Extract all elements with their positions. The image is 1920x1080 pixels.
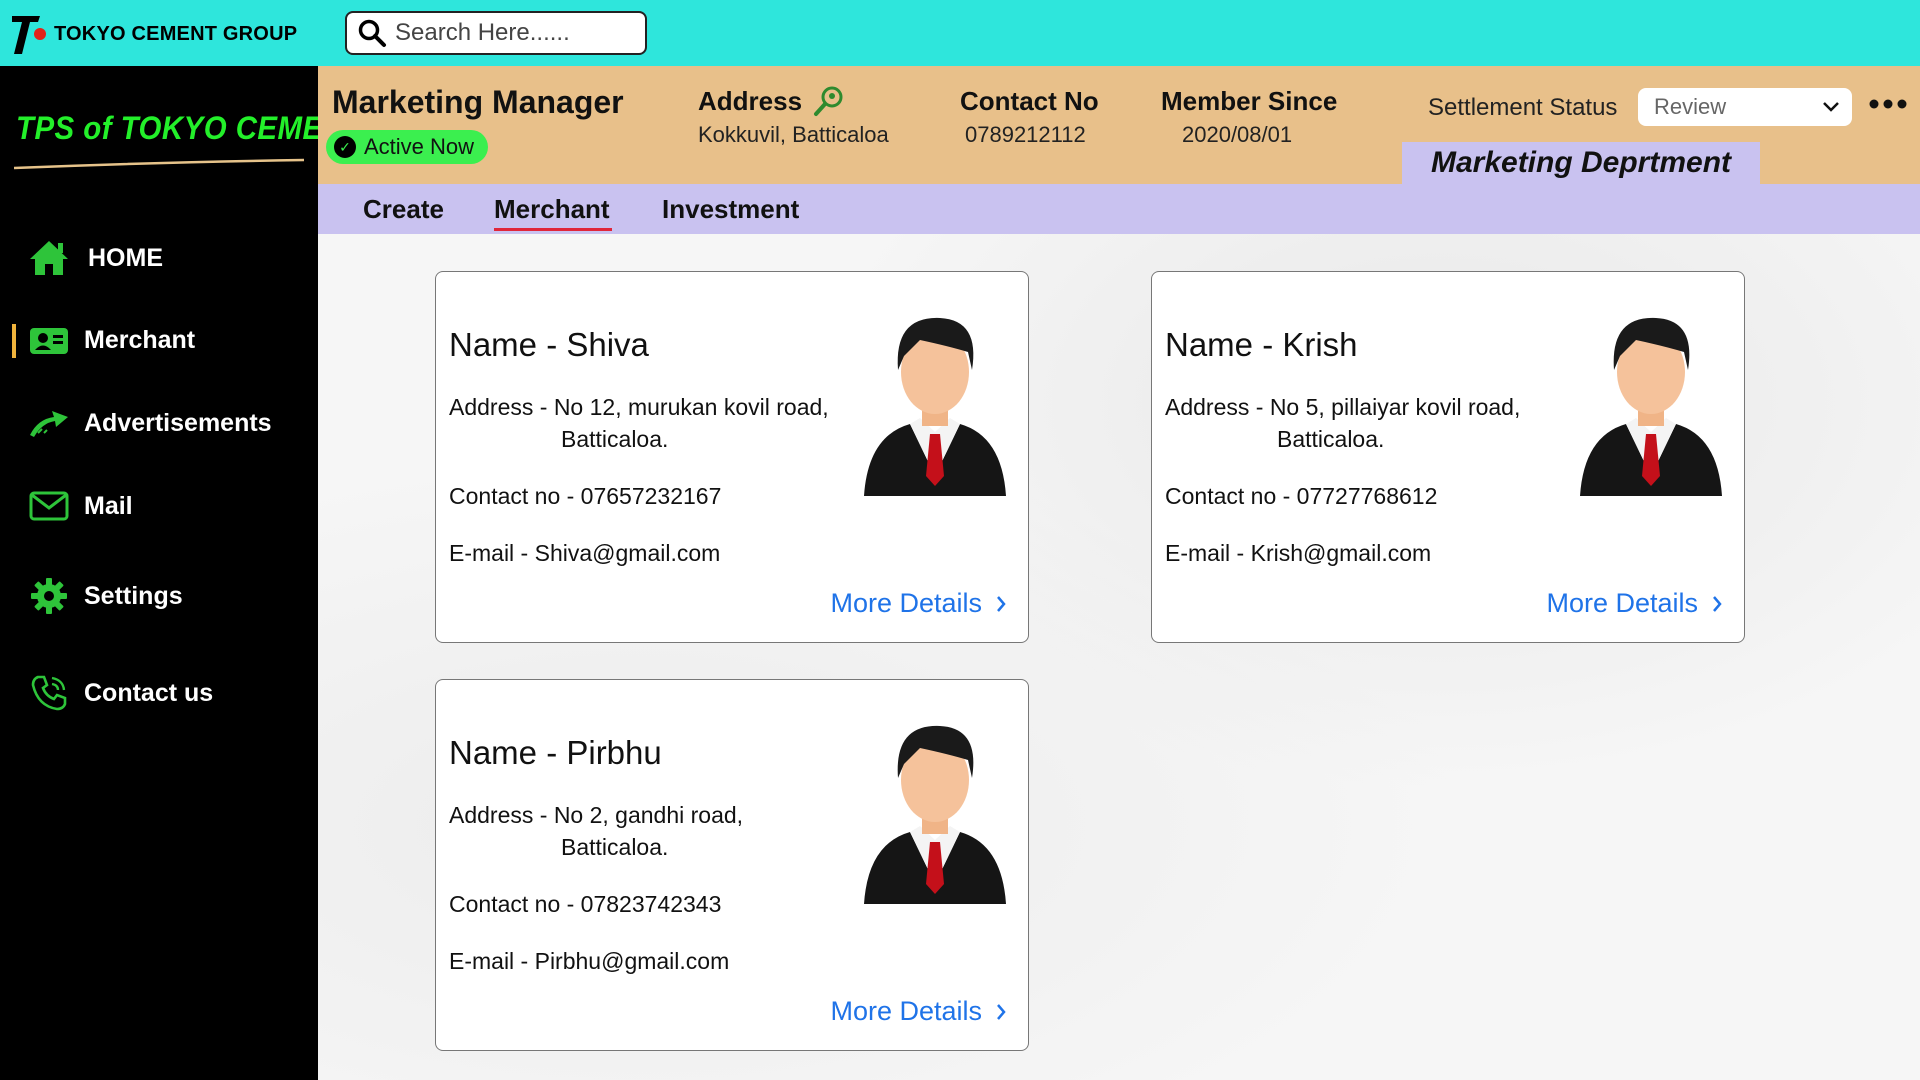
more-details-link[interactable]: More Details [830, 588, 1006, 619]
tab-create[interactable]: Create [363, 194, 444, 225]
sidebar-item-mail[interactable]: Mail [28, 484, 133, 528]
tab-investment[interactable]: Investment [662, 194, 799, 225]
sidebar-item-label: Settings [84, 581, 183, 610]
merchant-name: Name - Pirbhu [449, 734, 662, 771]
tab-merchant[interactable]: Merchant [494, 194, 610, 225]
settlement-status-dropdown[interactable]: Review [1638, 88, 1852, 126]
settlement-status-value: Review [1654, 94, 1727, 119]
member-since-value: 2020/08/01 [1182, 122, 1293, 147]
search-box[interactable] [345, 11, 647, 55]
businessman-avatar-icon [1580, 317, 1722, 496]
active-indicator [12, 324, 16, 358]
mail-icon [28, 485, 70, 527]
merchant-address: Address - No 2, gandhi road, [449, 802, 744, 828]
sidebar-item-label: HOME [88, 243, 163, 272]
merchant-address: Address - No 5, pillaiyar kovil road, [1165, 394, 1521, 420]
merchant-contact: Contact no - 07657232167 [449, 483, 722, 509]
merchant-email: E-mail - Pirbhu@gmail.com [449, 948, 730, 974]
merchant-email: E-mail - Shiva@gmail.com [449, 540, 721, 566]
contact-label: Contact No [960, 86, 1099, 116]
settlement-status-label: Settlement Status [1428, 94, 1618, 121]
merchant-contact: Contact no - 07727768612 [1165, 483, 1438, 509]
businessman-avatar-icon [864, 725, 1006, 904]
sidebar-item-merchant[interactable]: Merchant [28, 318, 195, 362]
brand-name: TOKYO CEMENT GROUP [54, 22, 298, 45]
search-icon [358, 19, 386, 47]
active-tab-underline [494, 228, 612, 231]
location-search-icon[interactable] [812, 84, 846, 118]
more-options-icon[interactable] [1868, 94, 1908, 114]
sidebar-item-label: Advertisements [84, 408, 272, 437]
member-since-label: Member Since [1161, 86, 1338, 116]
search-input[interactable] [393, 18, 637, 48]
businessman-avatar-icon [864, 317, 1006, 496]
merchant-name: Name - Shiva [449, 326, 649, 363]
merchant-email: E-mail - Krish@gmail.com [1165, 540, 1432, 566]
status-badge: ✓ Active Now [326, 130, 489, 164]
more-details-label: More Details [830, 588, 982, 618]
home-icon [28, 237, 70, 279]
sidebar-logo-text: TPS of TOKYO CEMENT [16, 110, 363, 146]
merchant-name: Name - Krish [1165, 326, 1358, 363]
department-tab: Marketing Deprtment [1402, 142, 1760, 184]
page-title: Marketing Manager [332, 84, 624, 120]
more-details-link[interactable]: More Details [1546, 588, 1722, 619]
sidebar-item-label: Merchant [84, 325, 196, 354]
tab-bar: Create Merchant Investment [318, 184, 1920, 234]
top-bar: TOKYO CEMENT GROUP [0, 0, 1920, 66]
merchant-address-city: Batticaloa. [1277, 426, 1385, 452]
more-details-link[interactable]: More Details [830, 996, 1006, 1027]
merchant-card: Name - Krish Address - No 5, pillaiyar k… [1151, 271, 1745, 643]
sidebar-item-label: Mail [84, 491, 133, 520]
chevron-right-icon [997, 595, 1006, 612]
sidebar-logo[interactable]: TPS of TOKYO CEMENT [14, 110, 362, 170]
profile-header: Marketing Manager ✓ Active Now Address K… [318, 66, 1920, 184]
contact-value: 0789212112 [965, 122, 1086, 147]
merchant-address: Address - No 12, murukan kovil road, [449, 394, 829, 420]
sidebar-item-home[interactable]: HOME [28, 236, 163, 280]
chevron-right-icon [997, 1003, 1006, 1020]
merchant-icon [28, 319, 70, 361]
sidebar-item-label: Contact us [84, 678, 214, 707]
merchant-address-city: Batticaloa. [561, 426, 669, 452]
more-details-label: More Details [830, 996, 982, 1026]
sidebar: TPS of TOKYO CEMENT HOME Merchant Advert… [0, 66, 362, 1080]
logo-underline-swoosh [14, 158, 304, 170]
phone-icon [28, 672, 70, 714]
advertisement-icon [28, 402, 70, 444]
merchant-address-city: Batticaloa. [561, 834, 669, 860]
department-name: Marketing Deprtment [1430, 146, 1732, 179]
chevron-down-icon [1823, 102, 1839, 112]
sidebar-item-contact[interactable]: Contact us [28, 671, 213, 715]
address-value: Kokkuvil, Batticaloa [698, 122, 889, 147]
check-circle-icon: ✓ [334, 136, 356, 158]
brand[interactable]: TOKYO CEMENT GROUP [10, 12, 297, 56]
sidebar-item-advertisements[interactable]: Advertisements [28, 401, 272, 445]
merchant-card: Name - Shiva Address - No 12, murukan ko… [435, 271, 1029, 643]
tokyo-cement-logo-icon [12, 16, 46, 54]
sidebar-item-settings[interactable]: Settings [28, 574, 183, 618]
gear-icon [28, 575, 70, 617]
chevron-right-icon [1713, 595, 1722, 612]
merchant-list: Name - Shiva Address - No 12, murukan ko… [318, 234, 1920, 1080]
status-text: Active Now [364, 134, 475, 159]
merchant-card: Name - Pirbhu Address - No 2, gandhi roa… [435, 679, 1029, 1051]
address-label: Address [698, 86, 803, 116]
more-details-label: More Details [1546, 588, 1698, 618]
merchant-contact: Contact no - 07823742343 [449, 891, 722, 917]
